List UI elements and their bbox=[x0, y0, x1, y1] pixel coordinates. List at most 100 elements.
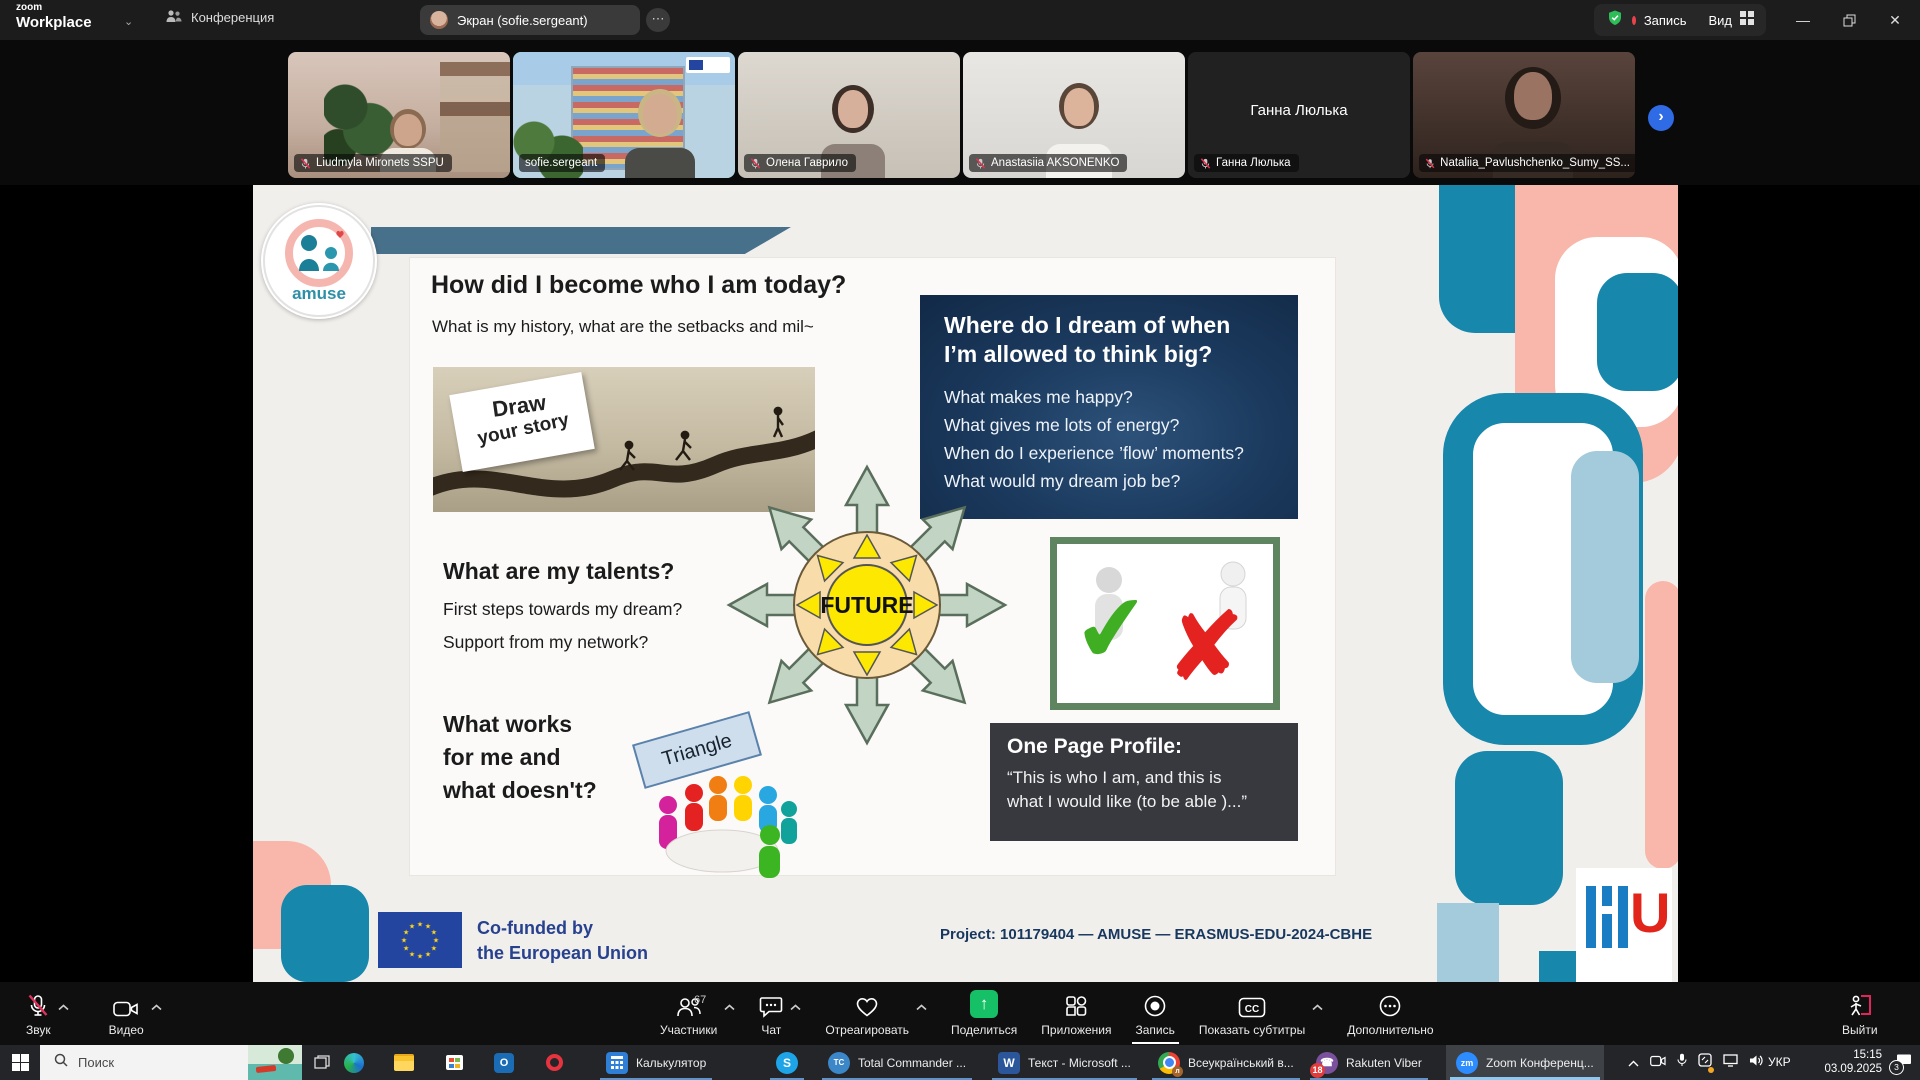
record-button-active[interactable]: Запись bbox=[1136, 992, 1175, 1037]
record-icon bbox=[1143, 992, 1167, 1018]
taskbar-app-calculator[interactable]: Калькулятор bbox=[596, 1045, 716, 1080]
action-center-button[interactable]: 3 bbox=[1890, 1045, 1918, 1080]
taskbar-search-box[interactable]: Поиск bbox=[40, 1045, 302, 1080]
participant-tile[interactable]: Anastasiia AKSONENKO bbox=[963, 52, 1185, 178]
tray-camera-icon[interactable] bbox=[1650, 1054, 1666, 1072]
participant-name-pill: Олена Гаврило bbox=[744, 154, 856, 172]
participant-tile-no-video[interactable]: Ганна Люлька Ганна Люлька bbox=[1188, 52, 1410, 178]
tray-expand-chevron-icon[interactable] bbox=[1628, 1054, 1639, 1072]
react-label: Отреагировать bbox=[825, 1023, 909, 1037]
start-video-button[interactable]: Видео bbox=[109, 992, 162, 1037]
share-screen-icon: ↑ bbox=[970, 990, 998, 1018]
what-works-title: What works for me and what doesn't? bbox=[443, 708, 597, 807]
participant-tile[interactable]: Олена Гаврило bbox=[738, 52, 960, 178]
more-button[interactable]: Дополнительно bbox=[1347, 992, 1433, 1037]
video-options-chevron-icon[interactable] bbox=[151, 1000, 162, 1014]
tray-app-orange-dot-icon[interactable] bbox=[1698, 1053, 1712, 1072]
share-screen-button[interactable]: ↑ Поделиться bbox=[951, 992, 1017, 1037]
chrome-profile-badge: л bbox=[1172, 1066, 1183, 1077]
app-label: Zoom Конференц... bbox=[1486, 1056, 1594, 1070]
edge-icon[interactable] bbox=[342, 1051, 366, 1075]
taskbar-app-word[interactable]: W Текст - Microsoft ... bbox=[988, 1045, 1141, 1080]
zoom-app-window: zoom Workplace ⌄ Конференция Экран (sofi… bbox=[0, 0, 1920, 1080]
eu-cofunded-text: Co-funded by the European Union bbox=[477, 916, 648, 966]
app-label: Total Commander ... bbox=[858, 1056, 966, 1070]
react-button[interactable]: Отреагировать bbox=[825, 992, 927, 1037]
participant-name-pill: Liudmyla Mironets SSPU bbox=[294, 154, 452, 172]
view-grid-icon[interactable] bbox=[1740, 11, 1754, 30]
chat-chevron-icon[interactable] bbox=[790, 1000, 801, 1014]
app-label: Калькулятор bbox=[636, 1056, 706, 1070]
tab-options-ellipsis-icon[interactable]: ⋯ bbox=[646, 8, 670, 32]
leave-label: Выйти bbox=[1842, 1023, 1878, 1037]
tray-display-icon[interactable] bbox=[1723, 1054, 1738, 1072]
search-daily-image[interactable] bbox=[248, 1045, 302, 1080]
leave-meeting-button[interactable]: Выйти bbox=[1842, 992, 1878, 1037]
next-participants-arrow-button[interactable]: › bbox=[1648, 105, 1674, 131]
chat-label: Чат bbox=[761, 1023, 781, 1037]
file-explorer-icon[interactable] bbox=[392, 1051, 416, 1075]
mute-audio-button[interactable]: Звук bbox=[26, 992, 69, 1037]
security-shield-icon[interactable] bbox=[1606, 8, 1624, 33]
tray-volume-icon[interactable] bbox=[1749, 1054, 1764, 1072]
taskbar-app-chrome[interactable]: л Всеукраїнський в... bbox=[1148, 1045, 1304, 1080]
zoom-control-bar: Звук Видео 67 Участники bbox=[0, 982, 1920, 1045]
tab-screen-share[interactable]: Экран (sofie.sergeant) bbox=[420, 5, 640, 35]
mic-off-icon bbox=[300, 158, 311, 169]
audio-options-chevron-icon[interactable] bbox=[58, 1000, 69, 1014]
taskbar-app-viber[interactable]: ☎18 Rakuten Viber bbox=[1306, 1045, 1432, 1080]
svg-text:CC: CC bbox=[1245, 1004, 1259, 1015]
close-button[interactable]: ✕ bbox=[1872, 0, 1918, 40]
svg-text:★: ★ bbox=[431, 945, 437, 953]
decor-shape bbox=[1455, 751, 1563, 905]
taskbar-clock[interactable]: 15:15 03.09.2025 bbox=[1798, 1049, 1882, 1076]
video-label: Видео bbox=[109, 1023, 144, 1037]
taskbar-app-zoom-active[interactable]: zm Zoom Конференц... bbox=[1446, 1045, 1604, 1080]
brand-workplace: Workplace bbox=[16, 15, 92, 30]
tab-conference[interactable]: Конференция bbox=[165, 9, 274, 26]
participants-chevron-icon[interactable] bbox=[724, 1000, 735, 1014]
captions-button[interactable]: CC Показать субтитры bbox=[1199, 992, 1323, 1037]
participant-tile[interactable]: Nataliia_Pavlushchenko_Sumy_SS... bbox=[1413, 52, 1635, 178]
audio-label: Звук bbox=[26, 1023, 51, 1037]
tab-screen-label: Экран (sofie.sergeant) bbox=[457, 13, 588, 28]
view-label[interactable]: Вид bbox=[1708, 13, 1732, 28]
taskbar-app-total-commander[interactable]: TC Total Commander ... bbox=[818, 1045, 976, 1080]
language-indicator[interactable]: УКР bbox=[1768, 1055, 1791, 1069]
dream-title-line2: I’m allowed to think big? bbox=[944, 340, 1274, 369]
participant-tile[interactable]: Liudmyla Mironets SSPU bbox=[288, 52, 510, 178]
participants-button[interactable]: 67 Участники bbox=[660, 992, 735, 1037]
exit-door-icon bbox=[1847, 992, 1873, 1018]
start-button[interactable] bbox=[0, 1045, 40, 1080]
chat-button[interactable]: Чат bbox=[759, 992, 801, 1037]
svg-text:★: ★ bbox=[403, 945, 409, 953]
amuse-logo-text: amuse bbox=[292, 284, 346, 303]
amuse-logo: amuse bbox=[261, 203, 377, 319]
clock-time: 15:15 bbox=[1798, 1049, 1882, 1063]
participant-tile-active-speaker[interactable]: sofie.sergeant bbox=[513, 52, 735, 178]
more-ellipsis-icon bbox=[1378, 992, 1402, 1018]
captions-chevron-icon[interactable] bbox=[1312, 1000, 1323, 1014]
tray-mic-icon[interactable] bbox=[1677, 1053, 1687, 1072]
participant-name-pill: Anastasiia AKSONENKO bbox=[969, 154, 1127, 172]
search-placeholder: Поиск bbox=[78, 1055, 114, 1070]
participant-name: Ганна Люлька bbox=[1216, 157, 1291, 169]
restore-button[interactable] bbox=[1826, 0, 1872, 40]
talents-question2: Support from my network? bbox=[443, 632, 648, 653]
minimize-button[interactable]: — bbox=[1780, 0, 1826, 40]
apps-icon bbox=[1064, 992, 1088, 1018]
decor-shape bbox=[281, 885, 369, 982]
project-reference: Project: 101179404 — AMUSE — ERASMUS-EDU… bbox=[940, 926, 1372, 943]
outlook-icon[interactable]: O bbox=[492, 1051, 516, 1075]
task-view-button[interactable] bbox=[308, 1045, 336, 1080]
shared-screen-slide: amuse How did I become who I am today? W… bbox=[253, 185, 1678, 982]
participant-display-name: Ганна Люлька bbox=[1188, 102, 1410, 119]
brand-chevron-down-icon[interactable]: ⌄ bbox=[124, 15, 133, 28]
taskbar-app-skype[interactable]: S bbox=[766, 1045, 808, 1080]
microsoft-store-icon[interactable] bbox=[442, 1051, 466, 1075]
apps-button[interactable]: Приложения bbox=[1041, 992, 1111, 1037]
eu-flag: ★★★ ★★★ ★★★ ★★★ bbox=[378, 912, 462, 968]
opera-icon[interactable] bbox=[542, 1051, 566, 1075]
cc-icon: CC bbox=[1238, 992, 1266, 1018]
react-chevron-icon[interactable] bbox=[916, 1000, 927, 1014]
